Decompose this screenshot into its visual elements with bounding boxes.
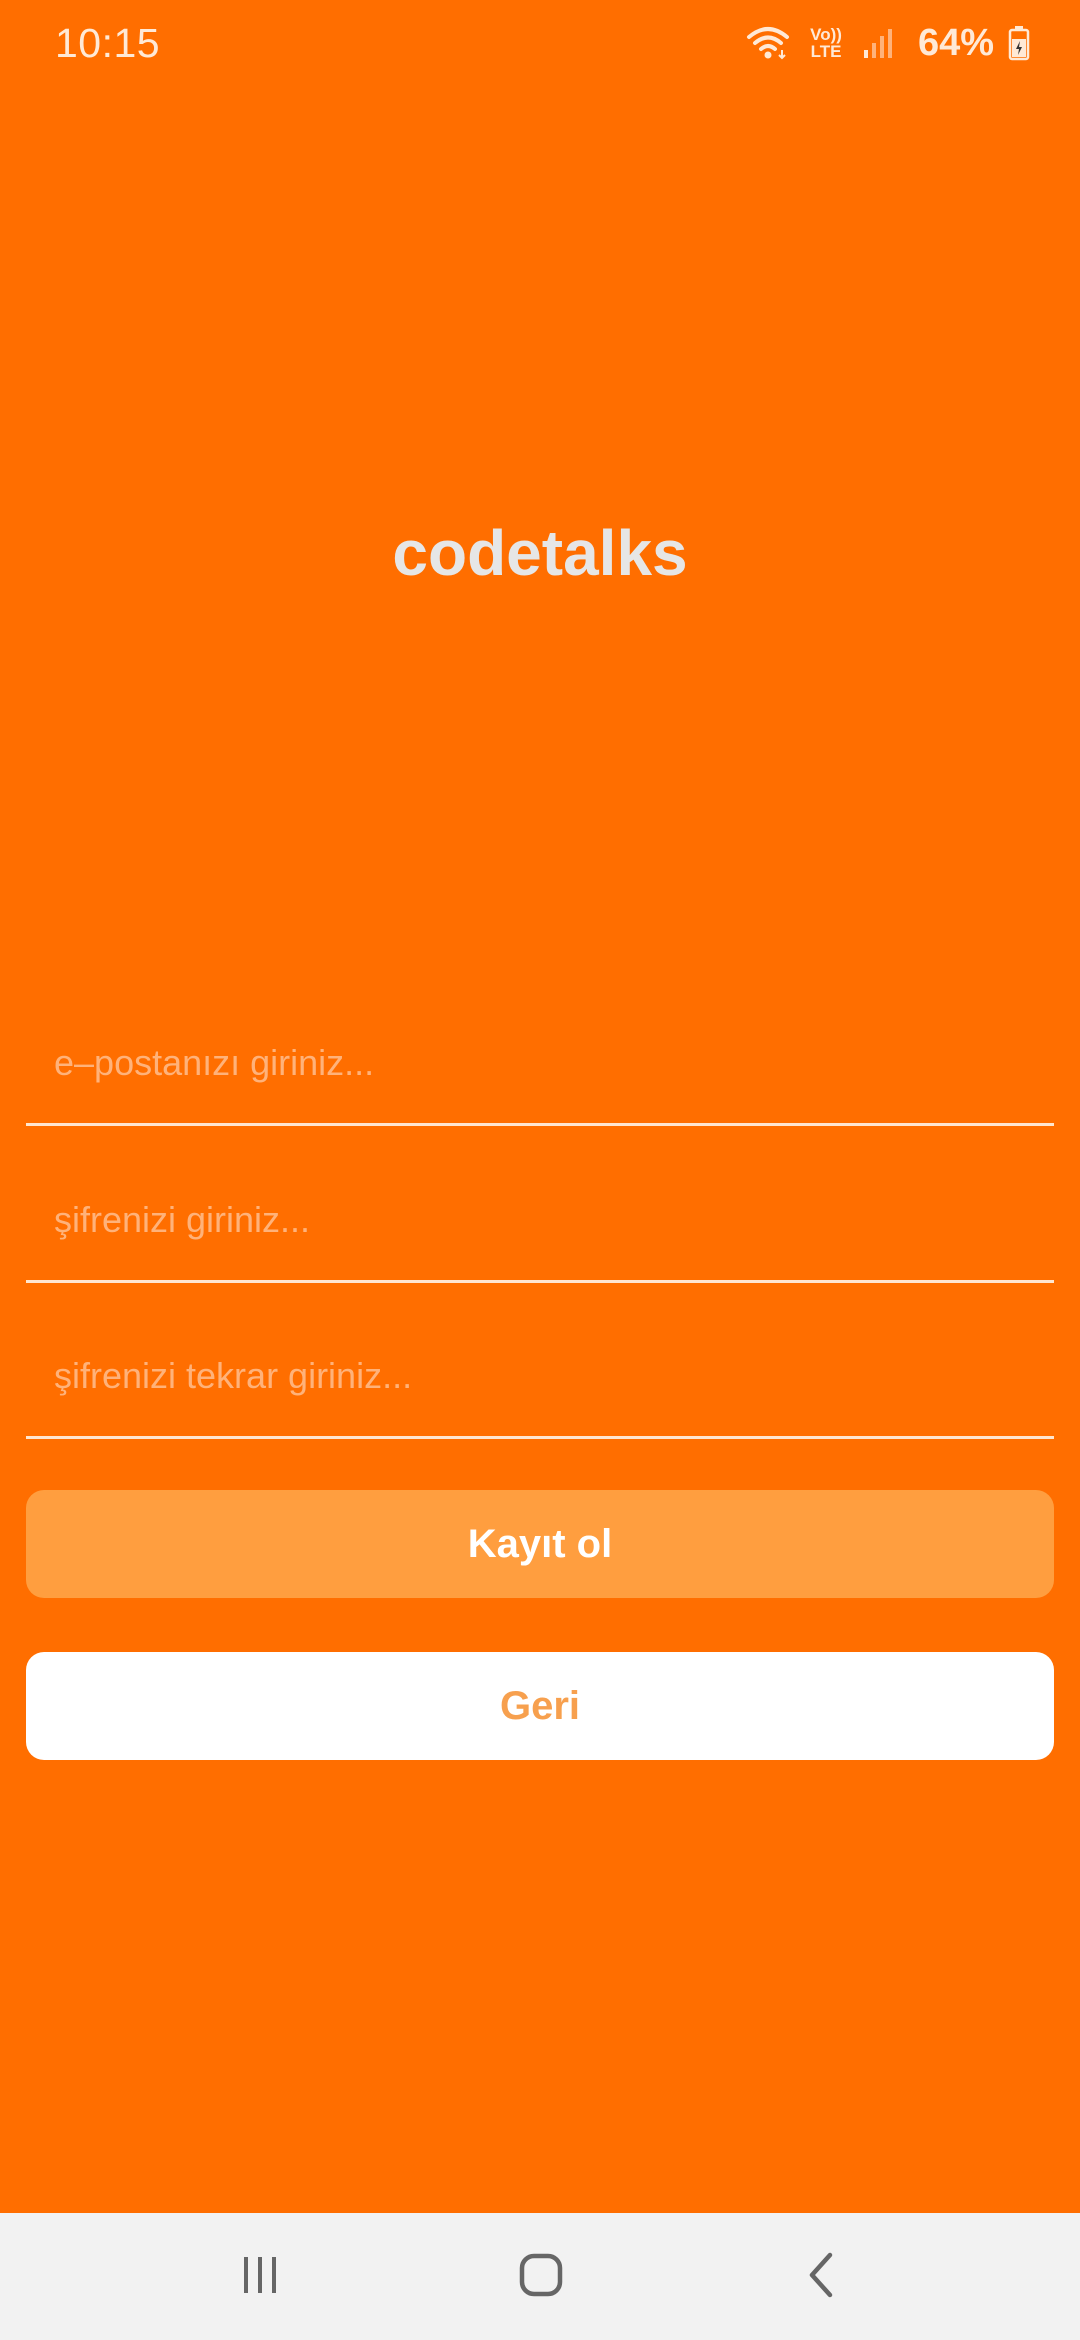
battery-percent: 64% <box>917 21 994 64</box>
home-button[interactable] <box>481 2235 601 2319</box>
back-nav-button[interactable] <box>762 2235 882 2319</box>
back-icon <box>800 2251 844 2304</box>
back-button[interactable]: Geri <box>26 1652 1054 1760</box>
status-bar: 10:15 Vo)) LTE 64% <box>0 0 1080 88</box>
recents-button[interactable] <box>200 2235 320 2319</box>
register-screen: 10:15 Vo)) LTE 64% codetalks e–postanızı… <box>0 0 1080 2213</box>
app-title: codetalks <box>392 517 688 589</box>
volte-icon: Vo)) LTE <box>810 26 842 60</box>
email-field <box>26 1003 1054 1126</box>
password-input[interactable] <box>52 1160 1036 1280</box>
status-time: 10:15 <box>55 20 161 66</box>
wifi-icon <box>746 24 790 62</box>
volte-top-label: Vo)) <box>810 25 842 44</box>
volte-bottom-label: LTE <box>810 42 842 61</box>
recents-icon <box>238 2253 282 2302</box>
signal-icon <box>862 26 896 60</box>
register-button[interactable]: Kayıt ol <box>26 1490 1054 1598</box>
home-icon <box>517 2251 565 2304</box>
status-icons: Vo)) LTE 64% <box>746 18 1030 68</box>
email-input[interactable] <box>52 1003 1036 1123</box>
battery-icon <box>1008 25 1030 61</box>
password-field <box>26 1160 1054 1283</box>
password-repeat-input[interactable] <box>52 1316 1036 1436</box>
password-repeat-field <box>26 1316 1054 1439</box>
navigation-bar <box>0 2213 1080 2340</box>
